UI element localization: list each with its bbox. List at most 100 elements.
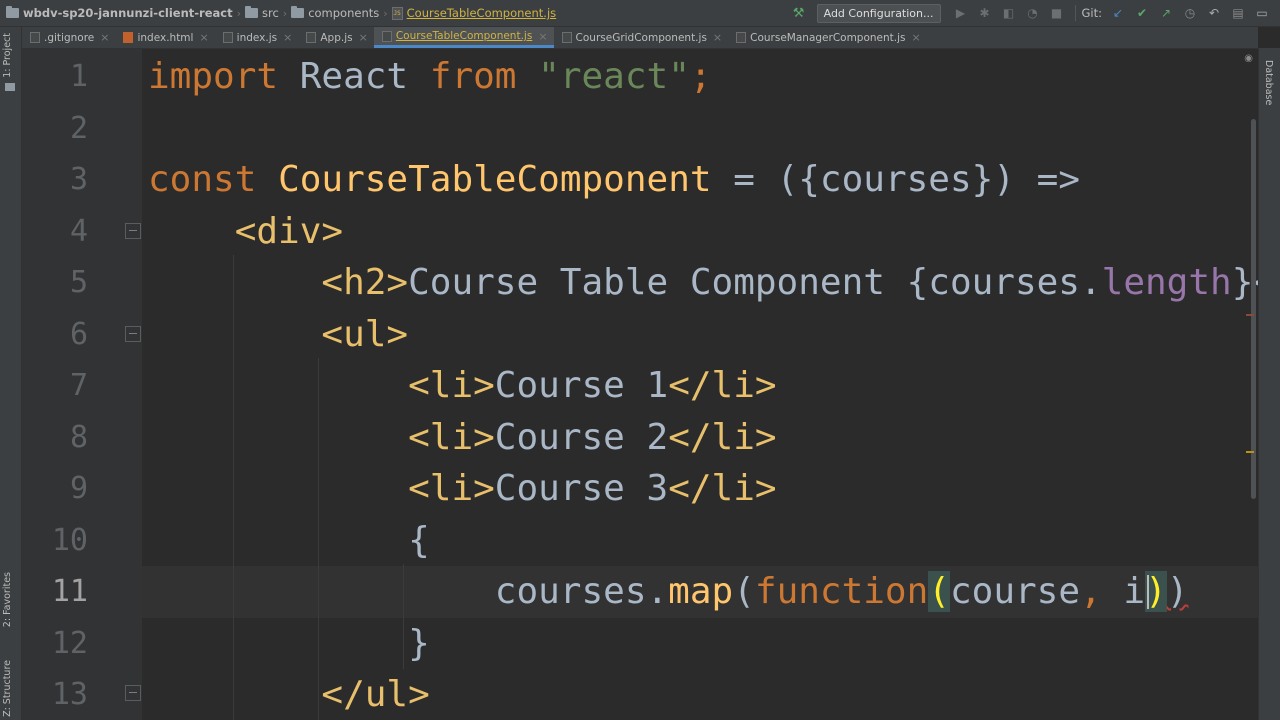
folder-icon	[6, 6, 19, 18]
tab-index-html[interactable]: index.html ×	[115, 27, 214, 48]
close-icon[interactable]: ×	[912, 31, 921, 44]
code-jsx-tag: </ul>	[321, 674, 430, 715]
close-icon[interactable]: ×	[100, 31, 109, 44]
code-jsx-tag: <div>	[234, 210, 344, 252]
breadcrumb-project[interactable]: wbdv-sp20-jannunzi-client-react	[6, 6, 233, 20]
project-name: wbdv-sp20-jannunzi-client-react	[23, 6, 233, 20]
code-jsx-tag: <li>	[408, 365, 495, 406]
code-identifier: React	[278, 56, 430, 97]
js-file-icon	[736, 32, 747, 43]
layout-icon[interactable]: ▭	[1254, 5, 1270, 21]
js-file-icon: JS	[391, 6, 403, 20]
code-editor[interactable]: 1 2 3 4 5 6 7 8 9 10 11 12 13 import Rea…	[22, 49, 1258, 720]
code-paren: (	[733, 571, 755, 612]
rollback-icon[interactable]: ↶	[1206, 5, 1222, 21]
tab-course-manager-component[interactable]: CourseManagerComponent.js ×	[728, 27, 927, 48]
close-icon[interactable]: ×	[199, 31, 208, 44]
breadcrumb-label: components	[308, 6, 380, 20]
fold-marker-icon[interactable]	[125, 685, 141, 701]
code-line-12: }	[148, 618, 430, 670]
code-function-name: CourseTableComponent	[278, 159, 712, 200]
code-punctuation: ;	[689, 56, 712, 97]
code-parameter: i	[1123, 571, 1146, 612]
favorites-tool-button[interactable]: 2: Favorites	[2, 572, 13, 627]
project-structure-icon[interactable]: ▤	[1230, 5, 1246, 21]
tab-course-table-component[interactable]: CourseTableComponent.js ×	[373, 27, 554, 48]
navigation-bar: wbdv-sp20-jannunzi-client-react › src › …	[0, 0, 1280, 27]
error-stripe-mark[interactable]	[1246, 314, 1254, 316]
git-label: Git:	[1081, 6, 1103, 20]
build-hammer-icon[interactable]: ⚒	[791, 5, 807, 21]
breadcrumb-current-file[interactable]: JS CourseTableComponent.js	[391, 6, 556, 20]
code-jsx-tag: </li>	[668, 416, 777, 458]
folder-icon	[244, 6, 258, 18]
warning-stripe-mark[interactable]	[1246, 451, 1254, 453]
line-number: 10	[51, 522, 88, 558]
structure-tool-button[interactable]: Z: Structure	[2, 660, 13, 717]
git-commit-icon[interactable]: ✔	[1134, 5, 1150, 21]
tab-index-js[interactable]: index.js ×	[215, 27, 299, 48]
code-text: Course 2	[494, 416, 669, 458]
history-icon[interactable]: ◷	[1182, 5, 1198, 21]
close-icon[interactable]: ×	[359, 31, 368, 44]
git-push-icon[interactable]: ↗	[1158, 5, 1174, 21]
close-icon[interactable]: ×	[538, 30, 547, 43]
fold-marker-icon[interactable]	[125, 326, 141, 342]
js-file-icon	[306, 32, 317, 43]
code-line-4: <div>	[148, 206, 343, 258]
close-icon[interactable]: ×	[713, 31, 722, 44]
breadcrumb-label: src	[261, 6, 279, 20]
line-number: 5	[69, 265, 88, 300]
fold-marker-icon[interactable]	[125, 223, 141, 239]
code-parameter: course	[949, 571, 1081, 612]
code-line-6: <ul>	[148, 309, 408, 361]
line-number: 13	[51, 677, 88, 712]
code-line-13: </ul>	[148, 669, 430, 720]
breadcrumb-src[interactable]: src	[244, 6, 279, 20]
coverage-icon[interactable]: ◧	[1001, 5, 1017, 21]
tab-app-js[interactable]: App.js ×	[298, 27, 373, 48]
database-tool-button[interactable]: Database	[1263, 60, 1274, 105]
tab-label: index.js	[236, 31, 278, 44]
code-identifier: courses.	[494, 571, 669, 612]
js-file-icon	[381, 30, 392, 42]
project-tool-button[interactable]: 1: Project	[2, 33, 13, 78]
breadcrumb-components[interactable]: components	[291, 6, 379, 20]
code-punctuation: ,	[1080, 571, 1102, 612]
code-string: "react"	[538, 56, 690, 97]
stop-icon[interactable]: ■	[1049, 5, 1065, 21]
code-line-9: <li>Course 3</li>	[148, 463, 777, 515]
reader-mode-eye-icon[interactable]: ◉	[1244, 53, 1253, 64]
tab-gitignore[interactable]: .gitignore ×	[22, 27, 115, 48]
text-cursor	[1147, 575, 1149, 609]
line-number: 6	[69, 316, 88, 352]
code-line-1: import React from "react";	[148, 51, 712, 103]
run-icon[interactable]: ▶	[953, 5, 969, 21]
close-icon[interactable]: ×	[283, 31, 292, 44]
git-update-icon[interactable]: ↙	[1110, 5, 1126, 21]
matched-paren-open: (	[928, 571, 950, 612]
debug-icon[interactable]: ✱	[977, 5, 993, 21]
vertical-scrollbar[interactable]	[1251, 119, 1256, 499]
tab-label: CourseManagerComponent.js	[750, 31, 906, 44]
line-number: 7	[69, 368, 88, 403]
editor-tab-bar: .gitignore × index.html × index.js × App…	[22, 27, 1258, 49]
code-line-7: <li>Course 1</li>	[148, 360, 777, 412]
code-text-area[interactable]: import React from "react"; const CourseT…	[142, 49, 1258, 720]
code-text: Course 3	[494, 468, 669, 509]
line-number-current: 11	[51, 574, 88, 609]
code-jsx-tag: </li>	[668, 365, 777, 406]
code-keyword: from	[429, 56, 517, 97]
tool-label: 1: Project	[2, 33, 13, 78]
line-number: 3	[69, 162, 88, 197]
code-text: = ({courses}) =>	[711, 159, 1081, 200]
code-keyword: const	[148, 159, 257, 200]
code-jsx-tag: </li>	[668, 468, 777, 509]
tab-course-grid-component[interactable]: CourseGridComponent.js ×	[554, 27, 729, 48]
profile-icon[interactable]: ◔	[1025, 5, 1041, 21]
add-configuration-button[interactable]: Add Configuration...	[816, 3, 941, 23]
